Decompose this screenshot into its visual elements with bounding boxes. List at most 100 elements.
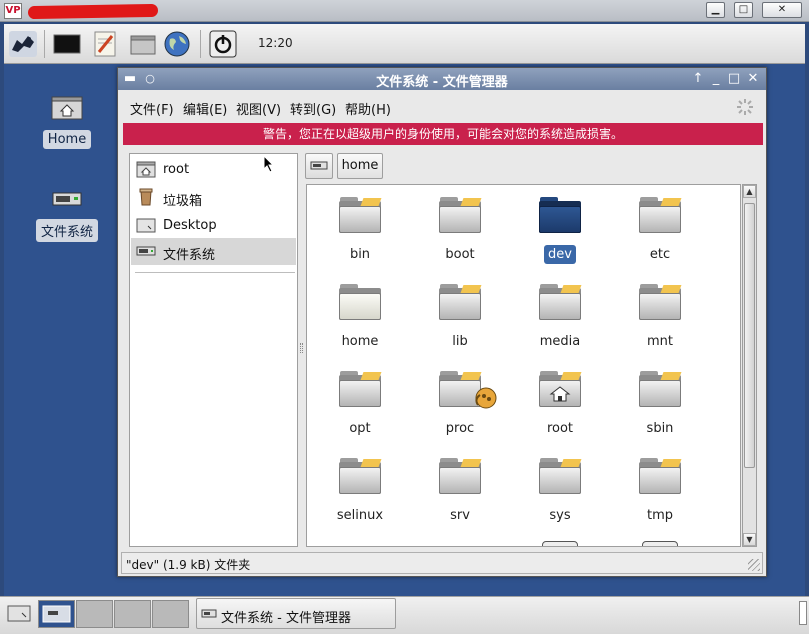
folder-label: tmp (646, 508, 673, 523)
folder-icon (338, 197, 382, 233)
folder-icon (438, 371, 497, 409)
folder-label: etc (649, 247, 671, 262)
sidebar: root 垃圾箱 Desktop 文件系统 (129, 153, 298, 547)
folder-item[interactable]: proc (415, 371, 505, 438)
drive-icon (201, 609, 217, 618)
folder-label: selinux (336, 508, 384, 523)
folder-item-selected[interactable]: dev (515, 197, 605, 264)
folder-item[interactable]: home (315, 284, 405, 351)
desktop-folder-icon (136, 218, 156, 233)
folder-item[interactable]: opt (315, 371, 405, 438)
maximize-button[interactable]: □ (734, 2, 753, 18)
vertical-scrollbar[interactable]: ▲ ▼ (742, 184, 757, 547)
sidebar-item-label: Desktop (163, 218, 217, 233)
workspace-1-button[interactable] (38, 600, 75, 628)
show-desktop-icon[interactable] (6, 603, 32, 625)
minimize-button[interactable]: ▁ (706, 2, 725, 18)
file-manager-window: ▬ ○ 文件系统 - 文件管理器 ↑ _ □ ✕ 文件(F) 编辑(E) 视图(… (117, 67, 767, 577)
bottom-panel: 文件系统 - 文件管理器 (0, 596, 809, 634)
folder-item[interactable]: boot (415, 197, 505, 264)
window-titlebar[interactable]: ▬ ○ 文件系统 - 文件管理器 ↑ _ □ ✕ (118, 68, 766, 90)
sidebar-item-filesystem[interactable]: 文件系统 (131, 238, 296, 265)
maximize-icon[interactable]: □ (726, 71, 742, 87)
folder-item[interactable]: sys (515, 458, 605, 525)
busy-spinner-icon (737, 99, 753, 115)
menu-go[interactable]: 转到(G) (290, 99, 336, 118)
folder-label: root (546, 421, 574, 436)
workspace-3-button[interactable] (114, 600, 151, 628)
applications-menu-icon[interactable] (8, 30, 38, 58)
folder-icon (438, 458, 482, 494)
folder-icon (438, 197, 482, 233)
text-editor-icon[interactable] (90, 30, 120, 58)
web-browser-icon[interactable] (162, 30, 192, 58)
file-icon-view: bin boot dev etc home lib media mnt opt … (306, 184, 741, 547)
close-icon[interactable]: ✕ (745, 71, 761, 87)
menu-edit[interactable]: 编辑(E) (183, 99, 227, 118)
scroll-down-button[interactable]: ▼ (743, 533, 756, 546)
menu-file[interactable]: 文件(F) (130, 99, 174, 118)
folder-item[interactable]: sbin (615, 371, 705, 438)
home-folder-icon (538, 371, 582, 407)
menu-view[interactable]: 视图(V) (236, 99, 281, 118)
pane-splitter-handle[interactable] (300, 343, 303, 353)
folder-item[interactable]: bin (315, 197, 405, 264)
path-button-home[interactable]: home (337, 153, 383, 179)
window-title: 文件系统 - 文件管理器 (376, 75, 508, 90)
folder-item[interactable]: root (515, 371, 605, 438)
location-toggle-button[interactable] (305, 153, 333, 179)
vnc-logo-icon: VP (4, 3, 22, 19)
scroll-thumb[interactable] (744, 203, 755, 468)
emblem-system-icon (475, 387, 497, 409)
folder-item[interactable]: tmp (615, 458, 705, 525)
drive-icon (52, 192, 82, 206)
desktop-icon-filesystem[interactable]: 文件系统 (32, 187, 102, 242)
close-button[interactable]: ✕ (762, 2, 802, 18)
sidebar-item-desktop[interactable]: Desktop (131, 212, 296, 239)
taskbar-window-label: 文件系统 - 文件管理器 (221, 611, 351, 626)
folder-label: opt (349, 421, 371, 436)
scroll-up-button[interactable]: ▲ (743, 185, 756, 198)
file-manager-icon[interactable] (128, 30, 158, 58)
folder-label: srv (450, 508, 470, 523)
top-panel: 12:20 (4, 24, 805, 64)
sidebar-item-label: root (163, 162, 190, 177)
folder-label: boot (445, 247, 475, 262)
desktop-icon-label: Home (42, 130, 92, 149)
workspace-2-button[interactable] (76, 600, 113, 628)
folder-item[interactable]: etc (615, 197, 705, 264)
resize-grip[interactable] (748, 559, 760, 571)
folder-icon (638, 197, 682, 233)
sidebar-item-label: 文件系统 (163, 248, 216, 263)
folder-label: dev (544, 245, 576, 264)
sidebar-item-trash[interactable]: 垃圾箱 (131, 184, 296, 211)
folder-item[interactable]: lib (415, 284, 505, 351)
folder-item[interactable]: srv (415, 458, 505, 525)
home-folder-icon (51, 96, 83, 120)
minimize-icon[interactable]: _ (708, 71, 724, 87)
menu-help[interactable]: 帮助(H) (345, 99, 391, 118)
shade-up-icon[interactable]: ↑ (690, 71, 706, 87)
folder-icon (438, 284, 482, 320)
folder-item[interactable]: media (515, 284, 605, 351)
partial-item-icon (542, 541, 578, 546)
taskbar-window-button[interactable]: 文件系统 - 文件管理器 (196, 598, 396, 629)
home-folder-icon (136, 161, 156, 178)
terminal-icon[interactable] (52, 30, 82, 58)
root-warning-banner: 警告，您正在以超级用户的身份使用，可能会对您的系统造成损害。 (123, 123, 763, 145)
folder-label: lib (452, 334, 468, 349)
clock[interactable]: 12:20 (258, 36, 293, 50)
desktop-icon-home[interactable]: Home (32, 94, 102, 149)
panel-separator (44, 30, 45, 58)
drive-icon (310, 161, 328, 170)
workspace-4-button[interactable] (152, 600, 189, 628)
folder-item[interactable]: mnt (615, 284, 705, 351)
menubar: 文件(F) 编辑(E) 视图(V) 转到(G) 帮助(H) (118, 94, 766, 120)
folder-item[interactable]: selinux (315, 458, 405, 525)
power-icon[interactable] (208, 30, 238, 58)
folder-label: bin (349, 247, 371, 262)
folder-icon (338, 371, 382, 407)
outer-titlebar: VP ▁ □ ✕ (0, 0, 809, 22)
folder-label: media (539, 334, 581, 349)
panel-handle[interactable] (799, 601, 807, 625)
